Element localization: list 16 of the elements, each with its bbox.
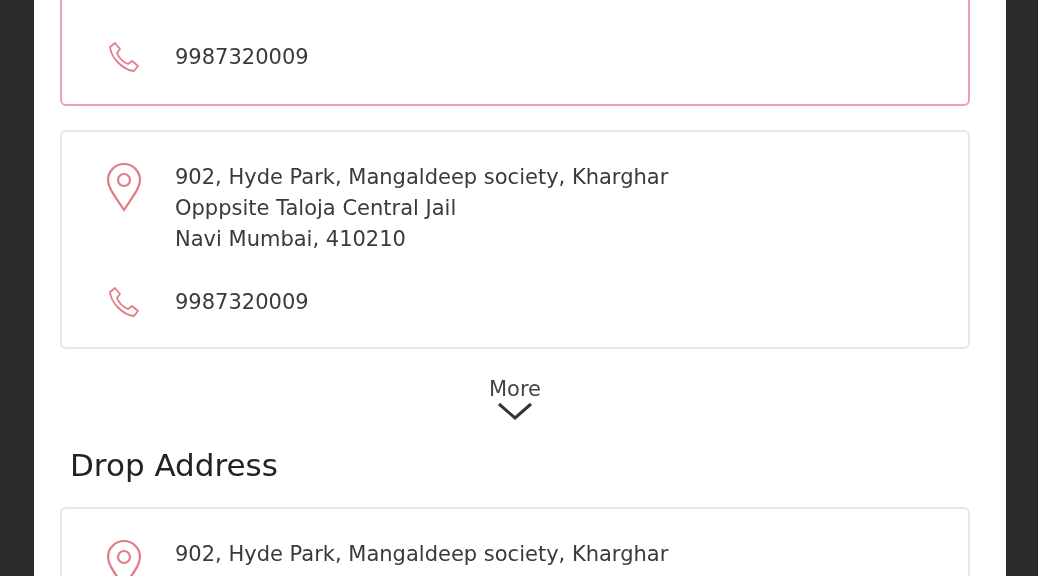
address-line: 902, Hyde Park, Mangaldeep society, Kharghar [175,541,669,568]
phone-icon [106,40,141,74]
phone-number: 9987320009 [175,288,309,316]
address-line: 902, Hyde Park, Mangaldeep society, Kharghar [175,164,669,191]
address-card[interactable]: 9987320009 [60,0,970,106]
address-line: Opppsite Taloja Central Jail [175,195,458,222]
section-title: Drop Address [70,447,279,483]
phone-number: 9987320009 [175,43,309,71]
location-pin-icon [104,539,143,576]
address-line: Navi Mumbai, 410210 [175,226,407,253]
address-card[interactable]: 902, Hyde Park, Mangaldeep society, Kharghar [60,507,970,576]
phone-icon [106,285,141,319]
address-card[interactable]: 902, Hyde Park, Mangaldeep society, Kharghar Opppsite Taloja Central Jail Navi Mumbai, 410210 9987320009 [60,130,970,349]
chevron-down-icon [497,401,533,421]
more-button[interactable]: More [488,377,542,421]
location-pin-icon [104,162,143,212]
